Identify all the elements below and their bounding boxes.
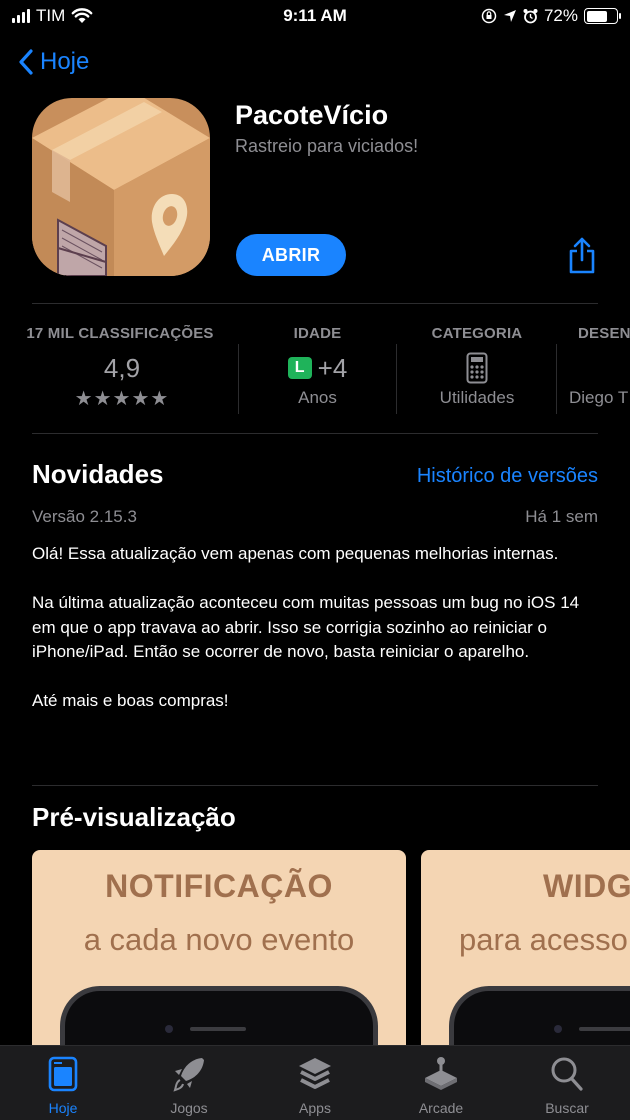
developer-cell[interactable]: DESENVOLVEDOR Diego T xyxy=(566,318,630,428)
release-note-paragraph: Olá! Essa atualização vem apenas com peq… xyxy=(32,544,559,563)
separator xyxy=(238,344,239,414)
preview-card-subtitle: a cada novo evento xyxy=(83,922,355,957)
release-age: Há 1 sem xyxy=(525,507,598,526)
release-notes: Olá! Essa atualização vem apenas com peq… xyxy=(32,542,602,738)
preview-card[interactable]: NOTIFICAÇÃO a cada novo evento xyxy=(32,850,406,1060)
age-cell[interactable]: IDADE L +4 Anos xyxy=(240,318,395,428)
tab-hoje[interactable]: Hoje xyxy=(0,1046,126,1120)
age-value: +4 xyxy=(317,352,348,383)
ratings-cell[interactable]: 17 MIL CLASSIFICAÇÕES 4,9 ★★★★★ xyxy=(22,318,222,428)
tab-label: Arcade xyxy=(418,1100,464,1116)
preview-title: Pré-visualização xyxy=(32,802,236,832)
battery-percent: 72% xyxy=(543,6,578,25)
rating-value: 4,9 xyxy=(103,352,141,383)
orientation-lock-icon xyxy=(481,8,497,24)
tab-label: Jogos xyxy=(170,1100,208,1116)
divider xyxy=(32,785,598,786)
release-note-paragraph: Na última atualização aconteceu com muit… xyxy=(32,593,580,661)
developer-sub: Diego T xyxy=(569,388,629,407)
developer-label: DESENVOLVEDOR xyxy=(578,325,630,342)
battery-icon xyxy=(584,8,621,24)
status-right: 72% xyxy=(481,6,621,26)
whats-new-title: Novidades xyxy=(32,459,164,489)
preview-card-title: WIDGET xyxy=(543,868,630,904)
rocket-icon xyxy=(171,1056,207,1092)
chevron-left-icon xyxy=(19,49,33,75)
app-subtitle: Rastreio para viciados! xyxy=(235,136,419,156)
share-icon xyxy=(569,237,595,274)
back-label: Hoje xyxy=(40,48,90,75)
calculator-icon xyxy=(466,352,488,384)
tab-label: Hoje xyxy=(48,1100,78,1116)
rating-stars: ★★★★★ xyxy=(74,388,170,410)
alarm-icon xyxy=(523,9,538,24)
category-cell[interactable]: CATEGORIA Utilidades xyxy=(398,318,556,428)
tab-label: Apps xyxy=(299,1100,331,1116)
tab-jogos[interactable]: Jogos xyxy=(126,1046,252,1120)
info-strip[interactable]: 17 MIL CLASSIFICAÇÕES 4,9 ★★★★★ IDADE L … xyxy=(0,318,630,428)
back-button[interactable]: Hoje xyxy=(18,48,89,76)
category-icon-row xyxy=(398,352,556,384)
developer-icon-row xyxy=(566,352,630,384)
age-value-row: L +4 xyxy=(240,352,395,384)
location-icon xyxy=(503,10,516,22)
category-sub: Utilidades xyxy=(439,388,515,407)
stack-icon xyxy=(297,1056,333,1092)
divider xyxy=(32,433,598,434)
age-label: IDADE xyxy=(293,325,342,342)
version-label: Versão 2.15.3 xyxy=(32,507,137,526)
search-icon xyxy=(549,1056,585,1092)
category-label: CATEGORIA xyxy=(431,325,523,342)
status-bar: TIM 9:11 AM 72% xyxy=(0,0,630,34)
package-icon xyxy=(32,98,210,276)
app-name: PacoteVício xyxy=(235,100,389,130)
joystick-icon xyxy=(423,1056,459,1092)
share-button[interactable] xyxy=(565,236,599,276)
separator xyxy=(556,344,557,414)
tab-apps[interactable]: Apps xyxy=(252,1046,378,1120)
age-sub: Anos xyxy=(298,388,337,407)
tab-arcade[interactable]: Arcade xyxy=(378,1046,504,1120)
divider xyxy=(32,303,598,304)
today-icon xyxy=(45,1056,81,1092)
age-rating-badge: L xyxy=(287,357,312,379)
app-icon xyxy=(32,98,210,276)
tab-buscar[interactable]: Buscar xyxy=(504,1046,630,1120)
version-history-link[interactable]: Histórico de versões xyxy=(417,465,598,488)
ratings-label: 17 MIL CLASSIFICAÇÕES xyxy=(26,325,214,342)
tab-label: Buscar xyxy=(545,1100,589,1116)
release-note-paragraph: Até mais e boas compras! xyxy=(32,691,229,710)
preview-card[interactable]: WIDGET para acesso xyxy=(421,850,630,1060)
preview-card-subtitle: para acesso xyxy=(459,922,628,957)
tab-bar: Hoje Jogos Apps Arcade Buscar xyxy=(0,1045,630,1120)
open-button[interactable]: ABRIR xyxy=(236,234,346,276)
separator xyxy=(396,344,397,414)
preview-card-title: NOTIFICAÇÃO xyxy=(105,868,333,904)
